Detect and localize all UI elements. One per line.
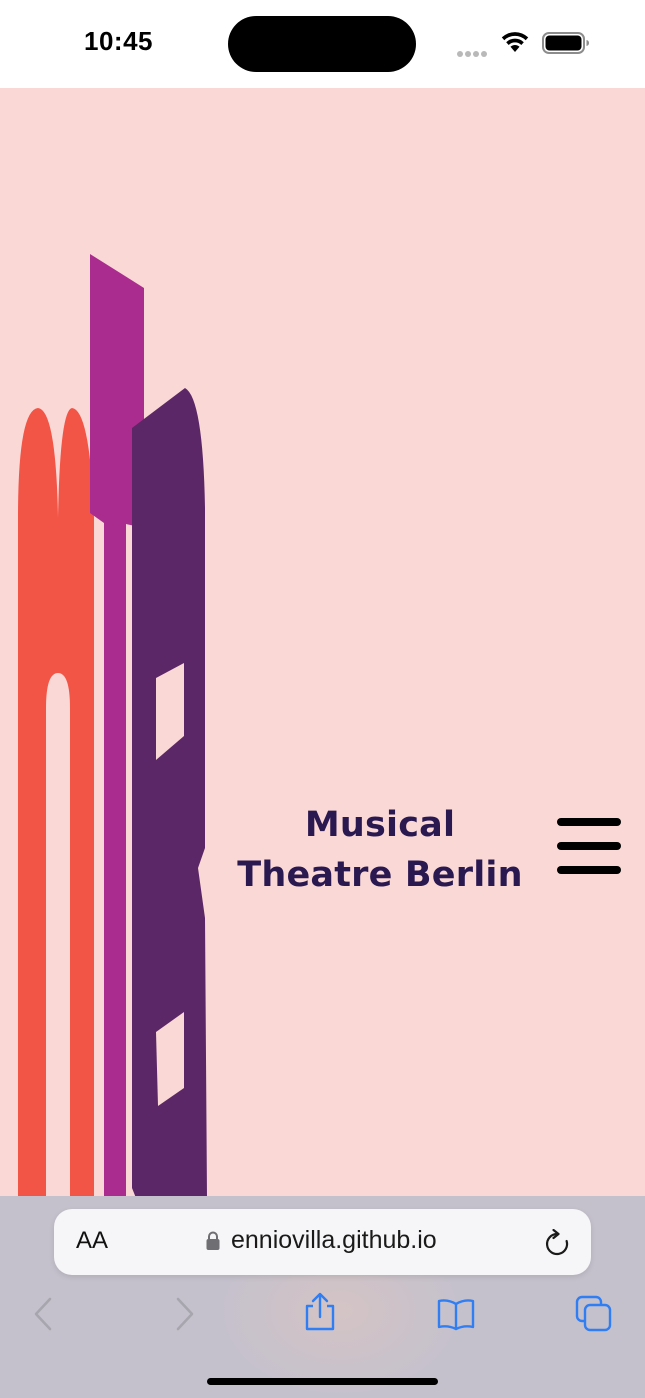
address-bar[interactable]: AA enniovilla.github.io bbox=[54, 1209, 591, 1275]
lock-icon bbox=[206, 1231, 220, 1250]
hamburger-menu-icon[interactable] bbox=[557, 818, 621, 874]
reload-icon[interactable] bbox=[544, 1229, 570, 1257]
status-time: 10:45 bbox=[84, 26, 153, 56]
phone-screen: 10:45 Musical Theatre Berlin AA enniovil… bbox=[0, 0, 645, 1398]
chevron-left-icon[interactable] bbox=[24, 1296, 64, 1332]
website-page: Musical Theatre Berlin bbox=[0, 88, 645, 1198]
share-icon[interactable] bbox=[300, 1292, 340, 1332]
home-indicator[interactable] bbox=[207, 1378, 438, 1385]
theatre-logo-art bbox=[18, 254, 207, 1198]
status-bar: 10:45 bbox=[0, 0, 645, 88]
wifi-icon bbox=[501, 32, 529, 52]
chevron-right-icon[interactable] bbox=[164, 1296, 204, 1332]
cellular-signal-icon bbox=[457, 44, 491, 57]
text-size-button[interactable]: AA bbox=[76, 1227, 108, 1255]
site-title: Musical Theatre Berlin bbox=[237, 805, 523, 895]
dynamic-island bbox=[228, 16, 416, 72]
battery-icon bbox=[542, 32, 589, 54]
book-icon[interactable] bbox=[436, 1296, 476, 1332]
url-text[interactable]: enniovilla.github.io bbox=[231, 1226, 437, 1255]
tabs-icon[interactable] bbox=[574, 1294, 614, 1334]
safari-toolbar: AA enniovilla.github.io bbox=[0, 1196, 645, 1398]
